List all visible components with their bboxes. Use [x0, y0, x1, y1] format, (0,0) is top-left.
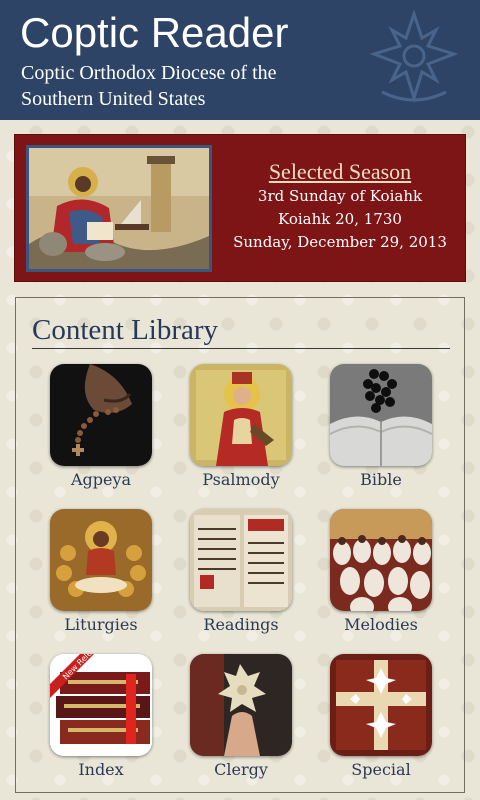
agpeya-tile[interactable]: Agpeya	[48, 364, 154, 492]
saint-mark-icon-image	[26, 145, 212, 272]
heading-divider	[32, 348, 450, 349]
tile-label: Clergy	[214, 760, 268, 779]
app-title: Coptic Reader	[20, 9, 289, 56]
tile-label: Index	[78, 760, 124, 779]
choir-icon	[330, 509, 432, 611]
liturgies-tile[interactable]: Liturgies	[48, 509, 154, 637]
season-occasion: 3rd Sunday of Koiahk	[257, 187, 423, 205]
tile-label: Liturgies	[64, 615, 138, 634]
coptic-date: Koiahk 20, 1730	[278, 210, 402, 228]
app-header: Coptic Reader Coptic Orthodox Diocese of…	[0, 0, 480, 120]
tile-label: Special	[351, 760, 411, 779]
index-tile[interactable]: New Release Index	[48, 654, 154, 782]
ornate-cross-icon	[330, 654, 432, 756]
tile-label: Bible	[360, 470, 402, 489]
bible-tile[interactable]: Bible	[328, 364, 434, 492]
coptic-cross-emblem-icon	[362, 8, 466, 112]
readings-tile[interactable]: Readings	[188, 509, 294, 637]
content-library-heading: Content Library	[32, 314, 219, 346]
tile-label: Readings	[203, 615, 279, 634]
last-supper-icon	[50, 509, 152, 611]
prayer-beads-icon	[50, 364, 152, 466]
manuscript-icon	[190, 509, 292, 611]
diocese-subtitle: Coptic Orthodox Diocese of the Southern …	[21, 62, 277, 110]
tile-label: Melodies	[344, 615, 418, 634]
book-stack-icon: New Release	[50, 654, 152, 756]
psalmody-tile[interactable]: Psalmody	[188, 364, 294, 492]
tile-label: Agpeya	[70, 470, 132, 489]
melodies-tile[interactable]: Melodies	[328, 509, 434, 637]
content-library-panel: Content Library Agpeya Psalmody Bible Li…	[15, 297, 465, 793]
clergy-tile[interactable]: Clergy	[188, 654, 294, 782]
selected-season-link[interactable]: Selected Season	[269, 159, 411, 185]
icon-painting-psalmody-icon	[190, 364, 292, 466]
gregorian-date: Sunday, December 29, 2013	[233, 233, 447, 251]
special-tile[interactable]: Special	[328, 654, 434, 782]
hand-cross-icon	[190, 654, 292, 756]
selected-season-card[interactable]: Selected Season 3rd Sunday of Koiahk Koi…	[14, 134, 466, 282]
season-info: Selected Season 3rd Sunday of Koiahk Koi…	[223, 159, 457, 254]
open-bible-icon	[330, 364, 432, 466]
tile-label: Psalmody	[202, 470, 280, 489]
